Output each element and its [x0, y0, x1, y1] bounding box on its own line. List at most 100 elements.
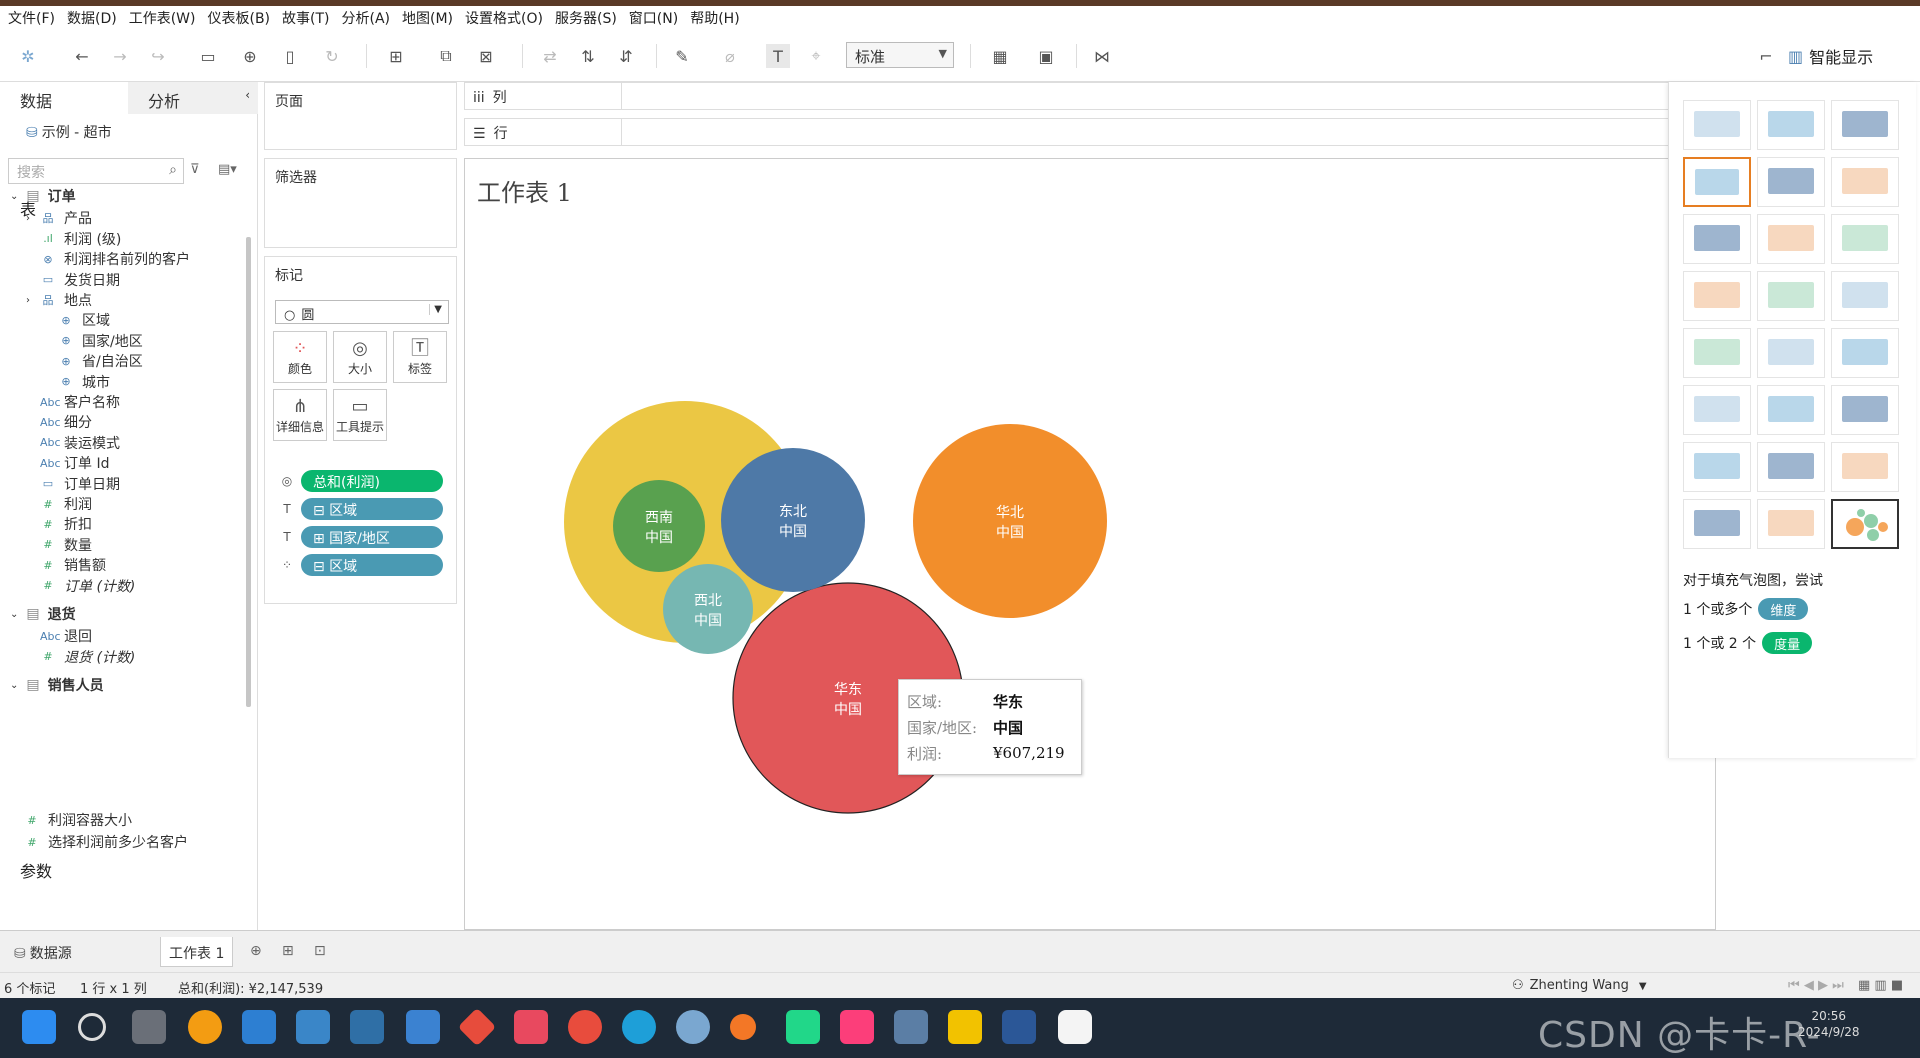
sort-desc-icon[interactable]: ⇵: [614, 44, 638, 68]
chrome-icon[interactable]: [568, 1010, 602, 1044]
highlight-icon[interactable]: ✎: [670, 44, 694, 68]
user-menu[interactable]: ⚇ Zhenting Wang ▼: [1512, 978, 1647, 993]
menu-item[interactable]: 地图(M): [400, 8, 463, 28]
pages-card[interactable]: 页面: [264, 82, 457, 150]
label-button[interactable]: 🅃 标签: [393, 331, 447, 383]
calculator-icon[interactable]: [350, 1010, 384, 1044]
tableau-logo-icon[interactable]: ✲: [16, 44, 40, 68]
marks-pill-row[interactable]: T ⊞ 国家/地区: [279, 525, 443, 549]
menu-item[interactable]: 服务器(S): [553, 8, 627, 28]
chart-type-thumbnail[interactable]: [1683, 157, 1751, 207]
field-pill[interactable]: ⊞ 国家/地区: [301, 526, 443, 548]
chart-type-thumbnail[interactable]: [1831, 328, 1899, 378]
field-pill[interactable]: 总和(利润): [301, 470, 443, 492]
pycharm-icon[interactable]: [786, 1010, 820, 1044]
chart-type-thumbnail[interactable]: [1831, 214, 1899, 264]
mark-type-select[interactable]: ○ 圆 ▼: [275, 300, 449, 324]
app-icon[interactable]: [514, 1010, 548, 1044]
tableau-icon[interactable]: [894, 1010, 928, 1044]
start-icon[interactable]: [22, 1010, 56, 1044]
menu-item[interactable]: 文件(F): [6, 8, 65, 28]
chart-type-thumbnail[interactable]: [1831, 157, 1899, 207]
menu-item[interactable]: 分析(A): [340, 8, 401, 28]
datasource-name[interactable]: ⛁ 示例 - 超市: [26, 122, 112, 142]
datasource-tab[interactable]: ⛁ 数据源: [6, 937, 80, 967]
swap-icon[interactable]: ⇄: [538, 44, 562, 68]
chart-type-thumbnail[interactable]: [1757, 214, 1825, 264]
chart-type-thumbnail[interactable]: [1683, 499, 1751, 549]
view-options-icon[interactable]: ▤▾: [218, 162, 237, 177]
chart-type-thumbnail[interactable]: [1683, 442, 1751, 492]
bubble-mark[interactable]: [721, 448, 865, 592]
chart-type-thumbnail[interactable]: [1757, 271, 1825, 321]
fix-axes-icon[interactable]: ⌖: [804, 44, 828, 68]
size-button[interactable]: ◎ 大小: [333, 331, 387, 383]
sort-asc-icon[interactable]: ⇅: [576, 44, 600, 68]
chart-type-thumbnail[interactable]: [1831, 442, 1899, 492]
parameter-item[interactable]: # 利润容器大小: [24, 808, 132, 832]
pause-update-icon[interactable]: ▯: [278, 44, 302, 68]
columns-shelf[interactable]: iii 列: [464, 82, 1700, 110]
field-pill[interactable]: ⊟ 区域: [301, 498, 443, 520]
share-icon[interactable]: ⋈: [1090, 44, 1114, 68]
chart-type-thumbnail[interactable]: [1757, 328, 1825, 378]
qq-icon[interactable]: [1058, 1010, 1092, 1044]
refresh-icon[interactable]: ↻: [320, 44, 344, 68]
worksheet-view[interactable]: 工作表 1 中南中国华东中国华北中国东北中国西南中国西北中国: [464, 158, 1716, 930]
field-item[interactable]: # 订单 (计数): [40, 574, 135, 598]
label-icon[interactable]: T: [279, 530, 295, 544]
chart-type-thumbnail[interactable]: [1831, 100, 1899, 150]
filters-card[interactable]: 筛选器: [264, 158, 457, 248]
clear-sheet-icon[interactable]: ⊠: [474, 44, 498, 68]
show-labels-icon[interactable]: T: [766, 44, 790, 68]
task-view-icon[interactable]: [132, 1010, 166, 1044]
app-icon[interactable]: [188, 1010, 222, 1044]
sheet-tab-worksheet1[interactable]: 工作表 1: [160, 937, 234, 967]
new-worksheet-tab-icon[interactable]: ⊕: [242, 937, 270, 967]
save-icon[interactable]: ▭: [196, 44, 220, 68]
chart-type-thumbnail[interactable]: [1757, 100, 1825, 150]
r-icon[interactable]: [676, 1010, 710, 1044]
chart-type-thumbnail[interactable]: [1683, 385, 1751, 435]
search-taskbar-icon[interactable]: [78, 1013, 106, 1041]
tab-data[interactable]: 数据: [0, 82, 128, 114]
chart-type-thumbnail[interactable]: [1757, 385, 1825, 435]
table-group[interactable]: ⌄ ▤ 销售人员: [10, 673, 104, 697]
menu-item[interactable]: 故事(T): [280, 8, 339, 28]
detail-button[interactable]: ⋔ 详细信息: [273, 389, 327, 441]
chart-type-thumbnail[interactable]: [1683, 100, 1751, 150]
collapse-icon[interactable]: ‹: [245, 88, 250, 102]
redo-icon[interactable]: →: [108, 44, 132, 68]
chart-type-thumbnail[interactable]: [1757, 157, 1825, 207]
chart-type-thumbnail[interactable]: [1683, 271, 1751, 321]
intellij-icon[interactable]: [840, 1010, 874, 1044]
tooltip-button[interactable]: ▭ 工具提示: [333, 389, 387, 441]
parameter-item[interactable]: # 选择利润前多少名客户: [24, 830, 188, 854]
chart-type-thumbnail[interactable]: [1831, 499, 1899, 549]
menu-item[interactable]: 工作表(W): [127, 8, 206, 28]
bubble-mark[interactable]: [613, 480, 705, 572]
menu-item[interactable]: 仪表板(B): [205, 8, 280, 28]
tab-analysis[interactable]: 分析 ‹: [128, 82, 258, 114]
replay-icon[interactable]: ↪: [146, 44, 170, 68]
marks-pill-row[interactable]: T ⊟ 区域: [279, 497, 443, 521]
search-input[interactable]: 搜索 ⌕: [8, 158, 184, 184]
bubble-mark[interactable]: [913, 424, 1107, 618]
sheet-nav-icon[interactable]: ⏮ ◀ ▶ ⏭: [1788, 978, 1844, 993]
rows-shelf[interactable]: ☰ 行: [464, 118, 1700, 146]
bubble-mark[interactable]: [663, 564, 753, 654]
view-grid-icon[interactable]: ▦ ▥ ■: [1858, 978, 1903, 993]
jupyter-icon[interactable]: [730, 1014, 756, 1040]
marks-pill-row[interactable]: ◎ 总和(利润): [279, 469, 443, 493]
word-icon[interactable]: [1002, 1010, 1036, 1044]
filter-icon[interactable]: ⊽: [190, 162, 200, 177]
field-item[interactable]: # 退货 (计数): [40, 645, 135, 669]
chart-type-thumbnail[interactable]: [1757, 499, 1825, 549]
show-cards-icon[interactable]: ▦: [988, 44, 1012, 68]
menu-item[interactable]: 数据(D): [65, 8, 127, 28]
data-panel-scrollbar[interactable]: [246, 237, 251, 707]
color-button[interactable]: ⁘ 颜色: [273, 331, 327, 383]
chart-type-thumbnail[interactable]: [1831, 385, 1899, 435]
chart-type-thumbnail[interactable]: [1683, 328, 1751, 378]
pin-icon[interactable]: ⌐: [1754, 44, 1778, 68]
